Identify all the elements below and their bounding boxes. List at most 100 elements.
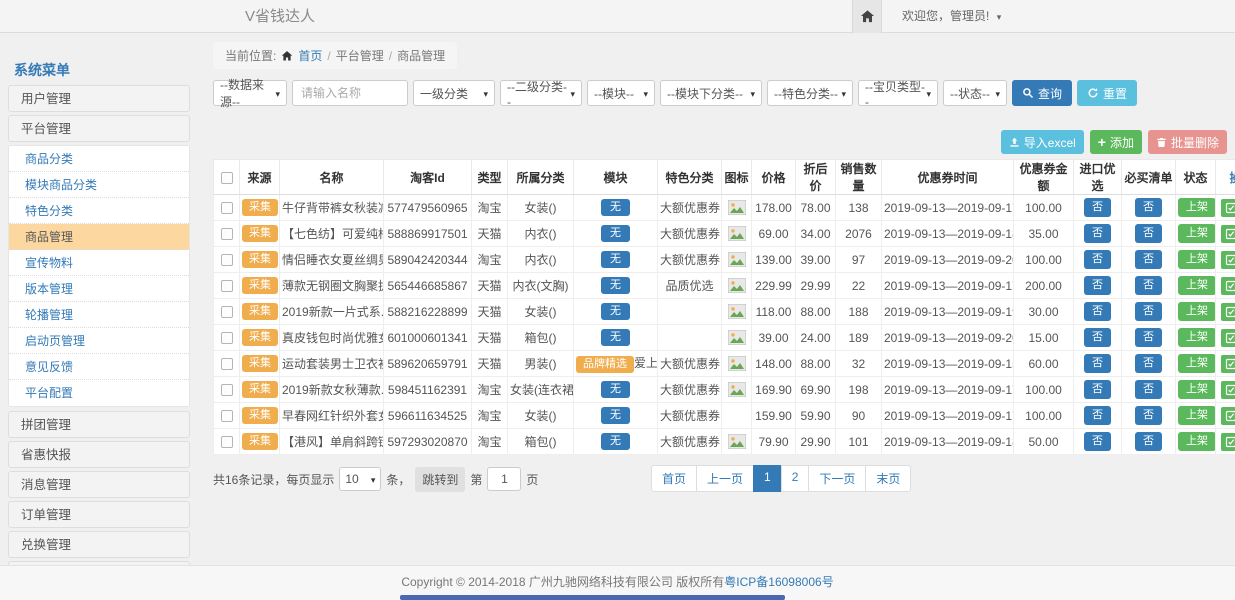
sidebar-group[interactable]: 兑换管理 [8, 531, 190, 558]
status-button[interactable]: 上架 [1178, 328, 1216, 347]
icp-link[interactable]: 粤ICP备16098006号 [724, 575, 833, 589]
imported-toggle-button[interactable]: 否 [1084, 302, 1111, 321]
must-buy-toggle-button[interactable]: 否 [1135, 250, 1162, 269]
must-buy-toggle-button[interactable]: 否 [1135, 276, 1162, 295]
jump-button[interactable]: 跳转到 [415, 467, 465, 492]
sidebar-item[interactable]: 宣传物料 [9, 250, 189, 276]
row-checkbox[interactable] [221, 436, 233, 448]
row-checkbox[interactable] [221, 202, 233, 214]
sidebar-item[interactable]: 意见反馈 [9, 354, 189, 380]
page-button[interactable]: 2 [781, 465, 810, 492]
taoke-id-cell: 565446685867 [384, 273, 472, 299]
edit-button[interactable] [1221, 433, 1235, 451]
must-buy-toggle-button[interactable]: 否 [1135, 380, 1162, 399]
page-button[interactable]: 上一页 [696, 465, 754, 492]
edit-button[interactable] [1221, 251, 1235, 269]
must-buy-toggle-button[interactable]: 否 [1135, 406, 1162, 425]
sidebar-item[interactable]: 版本管理 [9, 276, 189, 302]
filter-select[interactable]: --模块-- [587, 80, 655, 106]
edit-button[interactable] [1221, 355, 1235, 373]
row-checkbox[interactable] [221, 280, 233, 292]
page-button[interactable]: 1 [753, 465, 782, 492]
filter-select[interactable]: 一级分类 [413, 80, 495, 106]
edit-button[interactable] [1221, 199, 1235, 217]
filter-select[interactable]: --特色分类-- [767, 80, 853, 106]
add-button[interactable]: + 添加 [1090, 130, 1142, 154]
status-button[interactable]: 上架 [1178, 432, 1216, 451]
status-button[interactable]: 上架 [1178, 354, 1216, 373]
imported-toggle-button[interactable]: 否 [1084, 432, 1111, 451]
row-checkbox[interactable] [221, 410, 233, 422]
row-checkbox[interactable] [221, 306, 233, 318]
status-button[interactable]: 上架 [1178, 198, 1216, 217]
page-button[interactable]: 末页 [865, 465, 911, 492]
filter-select[interactable]: --模块下分类-- [660, 80, 762, 106]
filter-select[interactable]: --二级分类-- [500, 80, 582, 106]
reset-button[interactable]: 重置 [1077, 80, 1137, 106]
imported-toggle-button[interactable]: 否 [1084, 406, 1111, 425]
edit-button[interactable] [1221, 329, 1235, 347]
batch-delete-button[interactable]: 批量删除 [1148, 130, 1227, 154]
breadcrumb-item[interactable]: 平台管理 [336, 47, 384, 64]
must-buy-toggle-button[interactable]: 否 [1135, 432, 1162, 451]
edit-button[interactable] [1221, 381, 1235, 399]
row-checkbox[interactable] [221, 254, 233, 266]
filter-select[interactable]: --数据来源-- [213, 80, 287, 106]
sidebar-group[interactable]: 省惠快报 [8, 441, 190, 468]
sidebar-group[interactable]: 订单管理 [8, 501, 190, 528]
page-number-input[interactable] [487, 467, 521, 491]
home-button[interactable] [852, 0, 882, 33]
edit-button[interactable] [1221, 407, 1235, 425]
sidebar-item[interactable]: 启动页管理 [9, 328, 189, 354]
must-buy-toggle-button[interactable]: 否 [1135, 354, 1162, 373]
imported-toggle-button[interactable]: 否 [1084, 276, 1111, 295]
edit-button[interactable] [1221, 225, 1235, 243]
filter-select[interactable]: --宝贝类型-- [858, 80, 938, 106]
sidebar-item[interactable]: 平台配置 [9, 380, 189, 406]
import-excel-button[interactable]: 导入excel [1001, 130, 1084, 154]
sidebar-item[interactable]: 特色分类 [9, 198, 189, 224]
row-checkbox[interactable] [221, 358, 233, 370]
status-button[interactable]: 上架 [1178, 406, 1216, 425]
sidebar-group[interactable]: 平台管理 [8, 115, 190, 142]
row-checkbox[interactable] [221, 228, 233, 240]
query-button[interactable]: 查询 [1012, 80, 1072, 106]
sidebar-group[interactable]: 用户管理 [8, 85, 190, 112]
status-button[interactable]: 上架 [1178, 380, 1216, 399]
sidebar-item[interactable]: 模块商品分类 [9, 172, 189, 198]
module-cell: 无 [574, 247, 658, 273]
name-search-input[interactable] [292, 80, 408, 106]
select-all-checkbox[interactable] [221, 172, 233, 184]
edit-button[interactable] [1221, 303, 1235, 321]
sidebar-group[interactable]: 消息管理 [8, 471, 190, 498]
status-button[interactable]: 上架 [1178, 250, 1216, 269]
imported-toggle-button[interactable]: 否 [1084, 224, 1111, 243]
sidebar-item[interactable]: 商品分类 [9, 146, 189, 172]
must-buy-toggle-button[interactable]: 否 [1135, 198, 1162, 217]
user-menu[interactable]: 欢迎您，管理员! [902, 0, 1001, 34]
row-checkbox[interactable] [221, 332, 233, 344]
must-buy-toggle-button[interactable]: 否 [1135, 328, 1162, 347]
must-buy-toggle-button[interactable]: 否 [1135, 302, 1162, 321]
imported-toggle-button[interactable]: 否 [1084, 198, 1111, 217]
filter-select[interactable]: --状态-- [943, 80, 1007, 106]
module-cell: 无 [574, 403, 658, 429]
status-button[interactable]: 上架 [1178, 224, 1216, 243]
breadcrumb-home-link[interactable]: 首页 [298, 47, 322, 64]
imported-toggle-button[interactable]: 否 [1084, 354, 1111, 373]
status-button[interactable]: 上架 [1178, 302, 1216, 321]
horizontal-scrollbar-thumb[interactable] [400, 595, 785, 600]
page-button[interactable]: 下一页 [808, 465, 866, 492]
sidebar-item[interactable]: 商品管理 [9, 224, 189, 250]
sidebar-group[interactable]: 拼团管理 [8, 411, 190, 438]
row-checkbox[interactable] [221, 384, 233, 396]
must-buy-toggle-button[interactable]: 否 [1135, 224, 1162, 243]
per-page-select[interactable]: 10 [339, 467, 381, 491]
imported-toggle-button[interactable]: 否 [1084, 328, 1111, 347]
imported-toggle-button[interactable]: 否 [1084, 380, 1111, 399]
sidebar-item[interactable]: 轮播管理 [9, 302, 189, 328]
imported-toggle-button[interactable]: 否 [1084, 250, 1111, 269]
status-button[interactable]: 上架 [1178, 276, 1216, 295]
edit-button[interactable] [1221, 277, 1235, 295]
page-button[interactable]: 首页 [651, 465, 697, 492]
